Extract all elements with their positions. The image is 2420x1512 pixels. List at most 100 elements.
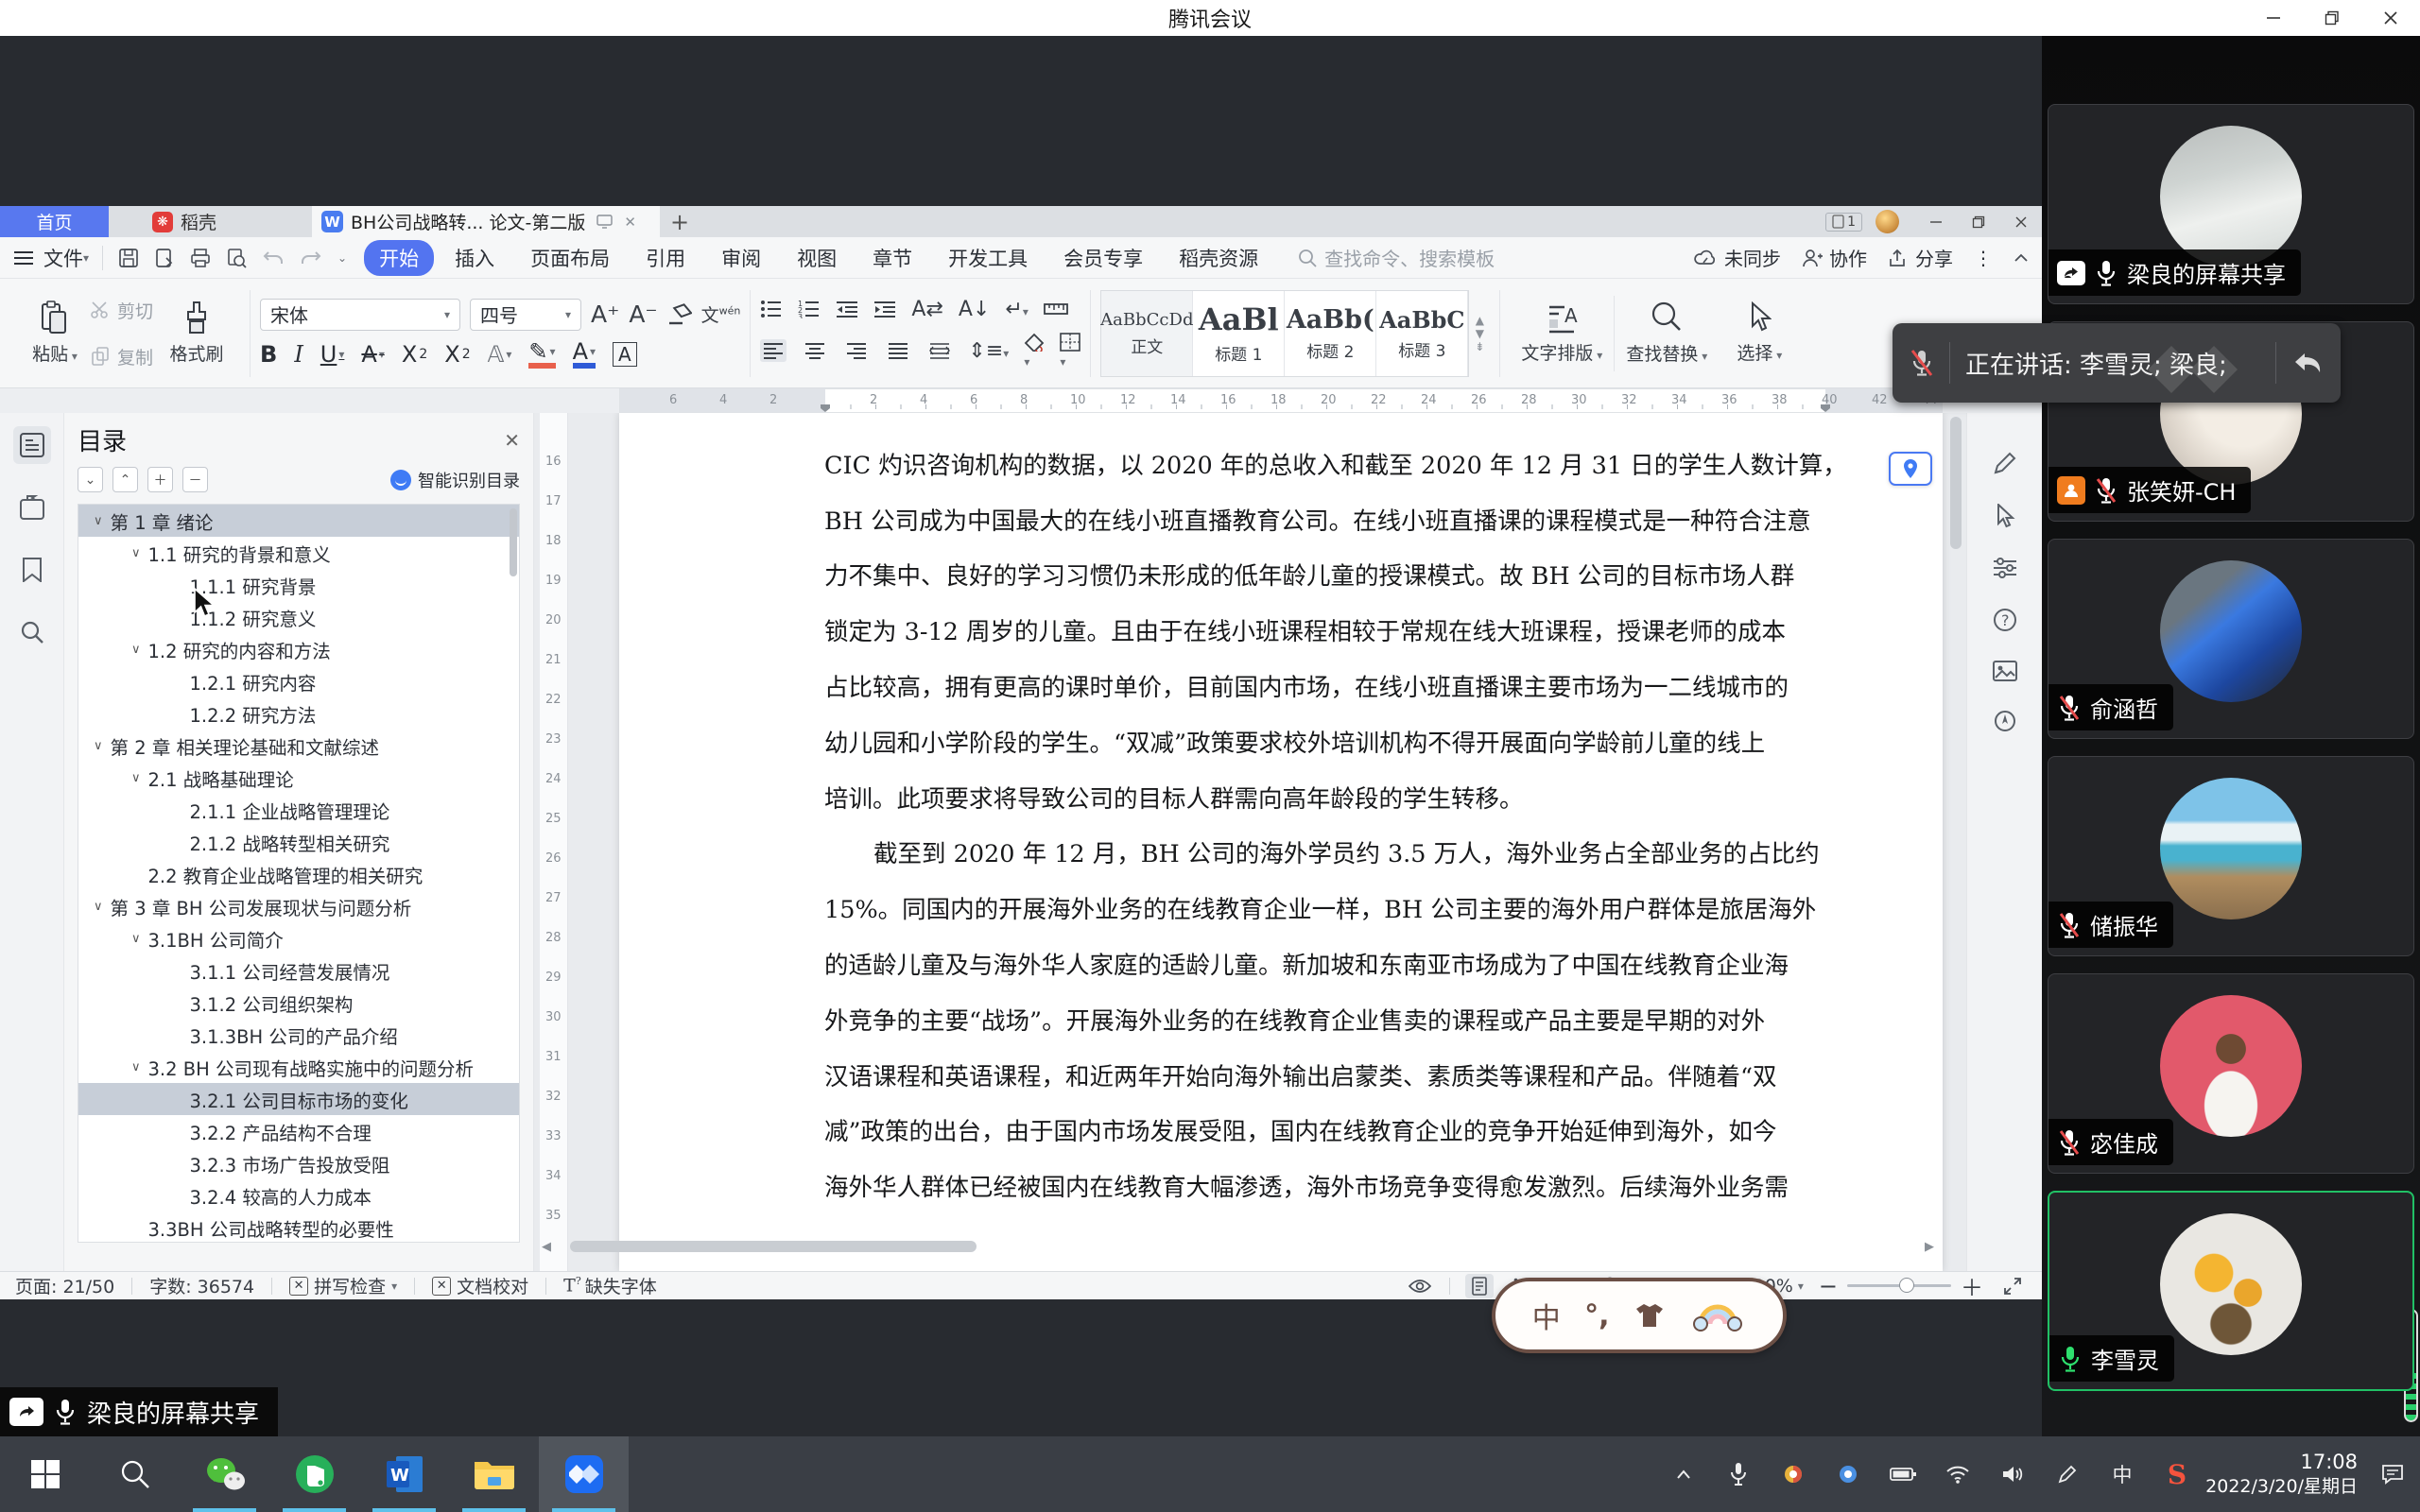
style-preset[interactable]: AaBb( 标题 2 [1285,291,1376,376]
scroll-left-icon[interactable]: ◀ [542,1240,551,1254]
search-panel-icon[interactable] [13,613,51,651]
toc-caret-icon[interactable]: ∨ [94,739,103,753]
toc-caret-icon[interactable]: ∨ [131,643,141,657]
save-icon[interactable] [118,248,139,268]
taskbar-explorer-button[interactable] [449,1436,539,1512]
zoom-out-button[interactable]: − [1819,1273,1838,1299]
file-menu[interactable]: 文件 [43,244,83,272]
highlight-color-button[interactable]: ✎▾ [528,340,555,369]
toc-caret-icon[interactable]: ∨ [131,932,141,946]
vertical-ruler[interactable]: 1617181920212223242526272829303132333435 [540,413,568,1271]
command-search[interactable]: 查找命令、搜索模板 [1298,244,1495,271]
menu-tab[interactable]: 视图 [782,240,852,276]
toc-item[interactable]: ∨ 3.1.1 公司经营发展情况 [78,954,519,987]
menu-tab[interactable]: 开发工具 [933,240,1043,276]
superscript-button[interactable]: X2 [402,341,427,368]
word-count[interactable]: 字数: 36574 [149,1273,254,1298]
menu-tab[interactable]: 会员专享 [1048,240,1158,276]
line-spacing-icon[interactable]: ⇕≡▾ [968,339,1009,363]
edit-pen-icon[interactable] [1993,451,2017,475]
select-tool-icon[interactable] [1995,504,2015,528]
toc-caret-icon[interactable]: ∨ [131,546,141,560]
styles-down-icon[interactable]: ▼ [1476,327,1484,340]
toc-zoom-out-button[interactable]: － [182,467,208,492]
horizontal-scrollbar[interactable]: ◀ ▶ [542,1239,1934,1254]
page-indicator[interactable]: 页面: 21/50 [15,1273,114,1298]
toc-zoom-in-button[interactable]: ＋ [147,467,173,492]
taskbar-evernote-button[interactable] [269,1436,359,1512]
hamburger-icon[interactable] [13,249,34,266]
zoom-slider[interactable] [1847,1284,1951,1287]
strikethrough-button[interactable]: A▾ [361,341,384,368]
toc-item[interactable]: ∨ 1.2 研究的内容和方法 [78,633,519,665]
toc-item[interactable]: ∨ 3.2 BH 公司现有战略实施中的问题分析 [78,1051,519,1083]
navigate-icon[interactable] [1994,710,2016,732]
menu-tab[interactable]: 稻壳资源 [1164,240,1273,276]
toc-caret-icon[interactable]: ∨ [94,514,103,528]
fullscreen-icon[interactable] [1998,1274,2027,1298]
decrease-indent-icon[interactable] [836,300,858,318]
vertical-scrollbar[interactable] [1949,415,1962,1229]
toc-item[interactable]: ∨ 3.2.2 产品结构不合理 [78,1115,519,1147]
font-size-select[interactable]: 四号▾ [470,299,581,331]
toc-item[interactable]: ∨ 3.3BH 公司战略转型的必要性 [78,1211,519,1243]
justify-icon[interactable] [885,339,911,362]
battery-icon[interactable] [1876,1436,1930,1512]
ime-language-indicator[interactable]: 中 [2095,1436,2150,1512]
eye-protect-icon[interactable] [1406,1274,1434,1298]
align-right-icon[interactable] [843,339,870,362]
toc-item[interactable]: ∨ 3.1.3BH 公司的产品介绍 [78,1019,519,1051]
collaborate-button[interactable]: 协作 [1802,244,1867,271]
subscript-button[interactable]: X2 [444,341,470,368]
distribute-icon[interactable] [926,339,953,362]
spellcheck-toggle[interactable]: ✕拼写检查▾ [289,1273,397,1298]
bullet-list-icon[interactable] [760,300,783,318]
tab-home[interactable]: 首页 [0,206,109,237]
toc-collapse-all-button[interactable]: ⌃ [112,467,138,492]
toc-item[interactable]: ∨ 1.1.2 研究意义 [78,601,519,633]
zoom-slider-thumb[interactable] [1899,1278,1914,1293]
toc-item[interactable]: ∨ 3.2.3 市场广告投放受阻 [78,1147,519,1179]
underline-button[interactable]: U▾ [320,341,345,368]
toc-item[interactable]: ∨ 第 1 章 绪论 [78,505,519,537]
clear-format-icon[interactable] [667,303,692,326]
help-icon[interactable]: ? [1993,608,2017,632]
character-scale-icon[interactable]: A⇄ [911,298,942,321]
text-direction-icon[interactable]: A↓ [959,298,990,321]
export-pdf-icon[interactable] [154,248,175,268]
account-avatar[interactable] [1876,210,1899,233]
smart-toc-button[interactable]: 智能识别目录 [390,468,520,492]
print-preview-icon[interactable] [226,248,247,268]
toc-item[interactable]: ∨ 第 2 章 相关理论基础和文献综述 [78,730,519,762]
speaker-icon[interactable] [1985,1436,2040,1512]
undo-icon[interactable] [262,249,285,267]
format-painter-button[interactable]: 格式刷 [153,301,240,366]
proofread-toggle[interactable]: ✕文档校对 [432,1273,528,1298]
character-border-button[interactable]: A [613,342,637,367]
collapse-ribbon-icon[interactable] [2014,252,2029,264]
participant-tile[interactable]: 梁良的屏幕共享 [2048,104,2414,304]
align-left-icon[interactable] [760,339,786,362]
adjust-settings-icon[interactable] [1993,557,2017,579]
review-panel-icon[interactable] [13,489,51,526]
style-preset[interactable]: AaBbC 标题 3 [1376,291,1468,376]
participant-tile[interactable]: 李雪灵 [2048,1191,2414,1391]
quickbar-more-icon[interactable]: ⌄ [337,251,347,265]
taskbar-wechat-button[interactable] [180,1436,269,1512]
toc-caret-icon[interactable]: ∨ [131,1060,141,1074]
ime-punctuation[interactable]: °, [1584,1299,1609,1332]
toc-item[interactable]: ∨ 1.2.1 研究内容 [78,665,519,697]
menu-tab[interactable]: 插入 [440,240,510,276]
toc-item[interactable]: ∨ 3.1.2 公司组织架构 [78,987,519,1019]
numbered-list-icon[interactable]: 123 [798,300,821,318]
menu-tab[interactable]: 开始 [364,240,434,276]
tab-close-icon[interactable]: ✕ [624,214,636,231]
document-page[interactable]: CIC 灼识咨询机构的数据，以 2020 年的总收入和截至 2020 年 12 … [619,413,1943,1271]
toc-item[interactable]: ∨ 2.1 战略基础理论 [78,762,519,794]
toc-item[interactable]: ∨ 3.1BH 公司简介 [78,922,519,954]
toc-expand-all-button[interactable]: ⌄ [78,467,103,492]
new-tab-button[interactable]: + [660,206,700,237]
toc-item[interactable]: ∨ 2.2 教育企业战略管理的相关研究 [78,858,519,890]
toc-item[interactable]: ∨ 第 3 章 BH 公司发展现状与问题分析 [78,890,519,922]
ime-mode-chinese[interactable]: 中 [1532,1295,1561,1336]
